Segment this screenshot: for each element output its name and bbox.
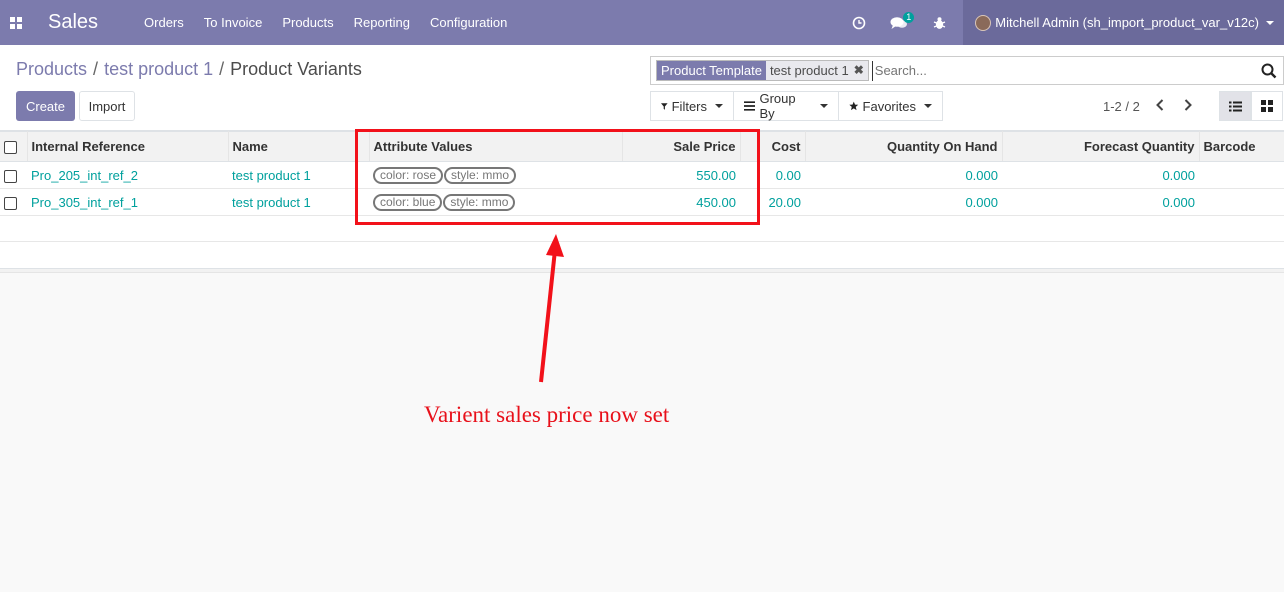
chevron-down-icon <box>924 104 932 108</box>
annotation-arrow <box>539 234 564 383</box>
top-navbar: Sales Orders To Invoice Products Reporti… <box>0 0 1284 45</box>
group-by-label: Group By <box>759 91 796 121</box>
apps-icon[interactable] <box>0 0 32 45</box>
chevron-left-icon[interactable] <box>1152 97 1168 113</box>
user-name: Mitchell Admin (sh_import_product_var_v1… <box>995 15 1259 30</box>
select-all-checkbox[interactable] <box>4 141 17 155</box>
col-quantity-on-hand[interactable]: Quantity On Hand <box>805 131 1003 162</box>
group-by-button[interactable]: Group By <box>733 91 839 121</box>
chevron-right-icon[interactable] <box>1180 97 1196 113</box>
col-internal-reference[interactable]: Internal Reference <box>27 131 229 162</box>
search-icon[interactable] <box>1261 63 1277 82</box>
row-select-cell <box>0 188 27 216</box>
search-input[interactable] <box>871 60 1252 81</box>
chat-icon[interactable]: 1 <box>879 0 919 45</box>
list-view-icon <box>1228 101 1242 111</box>
search-facet[interactable]: Product Template test product 1 ✖ <box>656 60 869 81</box>
breadcrumb-products[interactable]: Products <box>16 59 87 80</box>
user-menu[interactable]: Mitchell Admin (sh_import_product_var_v1… <box>963 0 1284 45</box>
navbar-systray: 1 Mitchell Admin (sh_import_product_var_… <box>839 0 1284 45</box>
kanban-view-icon <box>1261 100 1273 112</box>
create-button[interactable]: Create <box>16 91 75 121</box>
cell-internal-reference[interactable]: Pro_205_int_ref_2 <box>27 161 228 189</box>
clock-icon[interactable] <box>839 0 879 45</box>
cell-barcode[interactable] <box>1199 161 1284 189</box>
cell-quantity-on-hand[interactable]: 0.000 <box>805 188 1002 216</box>
row-checkbox[interactable] <box>4 196 17 210</box>
filters-button[interactable]: Filters <box>650 91 734 121</box>
star-icon <box>849 101 859 111</box>
messages-badge: 1 <box>903 12 915 23</box>
col-forecast-quantity[interactable]: Forecast Quantity <box>1002 131 1200 162</box>
filter-icon <box>661 102 668 110</box>
bug-icon[interactable] <box>919 0 959 45</box>
col-barcode[interactable]: Barcode <box>1199 131 1284 162</box>
search-bar: Product Template test product 1 ✖ <box>650 56 1284 85</box>
annotation-highlight-box <box>355 129 760 225</box>
menu-to-invoice[interactable]: To Invoice <box>204 15 263 30</box>
filters-label: Filters <box>671 98 707 114</box>
breadcrumb-template[interactable]: test product 1 <box>104 59 213 80</box>
table-footer <box>0 267 1284 273</box>
facet-value-text: test product 1 <box>769 63 849 78</box>
cell-name[interactable]: test product 1 <box>228 161 369 189</box>
breadcrumb-separator: / <box>219 59 225 79</box>
pager-value[interactable]: 1-2 / 2 <box>1103 99 1140 114</box>
import-button[interactable]: Import <box>79 91 135 121</box>
list-icon <box>744 101 756 111</box>
select-all-cell <box>0 131 28 162</box>
row-checkbox[interactable] <box>4 169 17 183</box>
page-title: Product Variants <box>230 59 362 79</box>
annotation-text: Varient sales price now set <box>424 402 670 427</box>
facet-label: Product Template <box>657 61 766 80</box>
breadcrumb: Products / test product 1 / Product Vari… <box>16 59 362 80</box>
favorites-button[interactable]: Favorites <box>838 91 943 121</box>
control-panel: Products / test product 1 / Product Vari… <box>0 45 1284 131</box>
col-name[interactable]: Name <box>228 131 370 162</box>
cell-forecast-quantity[interactable]: 0.000 <box>1002 188 1199 216</box>
chevron-down-icon <box>820 104 828 108</box>
chevron-down-icon <box>1266 20 1274 25</box>
kanban-view-button[interactable] <box>1251 91 1283 121</box>
app-name[interactable]: Sales <box>48 11 98 34</box>
facet-value: test product 1 ✖ <box>765 61 868 80</box>
cell-internal-reference[interactable]: Pro_305_int_ref_1 <box>27 188 228 216</box>
menu-products[interactable]: Products <box>282 15 333 30</box>
menu-reporting[interactable]: Reporting <box>354 15 410 30</box>
cell-barcode[interactable] <box>1199 188 1284 216</box>
chevron-down-icon <box>715 104 723 108</box>
menu-configuration[interactable]: Configuration <box>430 15 507 30</box>
menu-orders[interactable]: Orders <box>144 15 184 30</box>
list-view-button[interactable] <box>1219 91 1251 121</box>
cell-quantity-on-hand[interactable]: 0.000 <box>805 161 1002 189</box>
row-select-cell <box>0 161 27 189</box>
avatar <box>975 14 992 31</box>
cell-name[interactable]: test product 1 <box>228 188 369 216</box>
breadcrumb-separator: / <box>93 59 99 79</box>
cell-forecast-quantity[interactable]: 0.000 <box>1002 161 1199 189</box>
close-icon[interactable]: ✖ <box>854 61 864 80</box>
empty-row <box>0 242 1284 268</box>
favorites-label: Favorites <box>862 98 916 114</box>
